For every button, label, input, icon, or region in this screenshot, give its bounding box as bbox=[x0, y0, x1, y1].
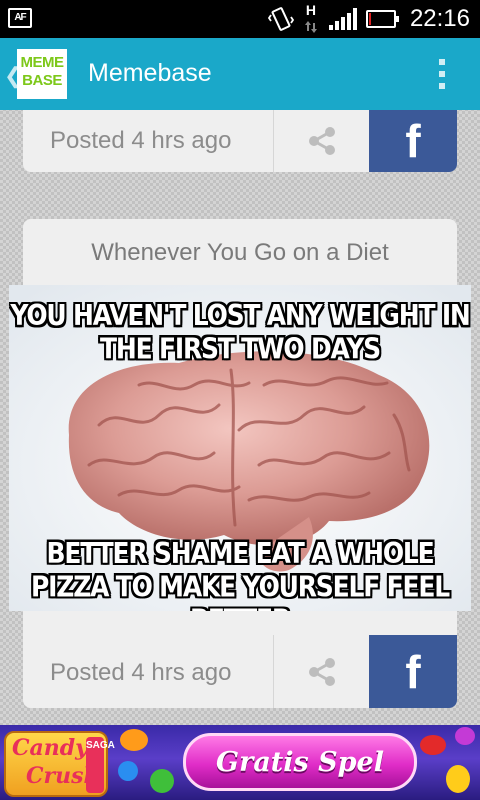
ad-banner[interactable]: Candy Crush SAGA Gratis Spel bbox=[0, 725, 480, 800]
network-type-label: H bbox=[305, 2, 316, 18]
facebook-share-button[interactable]: f bbox=[369, 110, 457, 172]
battery-icon bbox=[365, 10, 399, 28]
facebook-icon: f bbox=[405, 115, 421, 167]
post-card-footer: Posted 4 hrs ago f bbox=[23, 635, 457, 708]
posted-time: Posted 4 hrs ago bbox=[50, 659, 232, 686]
app-logo-line2: BASE bbox=[22, 72, 62, 89]
app-title: Memebase bbox=[88, 59, 212, 87]
vibrate-icon bbox=[267, 7, 294, 31]
overflow-menu-icon[interactable] bbox=[438, 59, 446, 91]
status-bar: AF H 22:16 bbox=[0, 0, 480, 38]
candy-crush-logo: Candy Crush SAGA bbox=[4, 731, 115, 797]
post-card-header: Whenever You Go on a Diet bbox=[23, 219, 457, 285]
posted-time: Posted 4 hrs ago bbox=[50, 127, 232, 154]
meme-bottom-caption: BETTER SHAME EAT A WHOLE PIZZA TO MAKE Y… bbox=[31, 536, 450, 611]
share-button[interactable] bbox=[273, 110, 369, 172]
facebook-share-button[interactable]: f bbox=[369, 635, 457, 708]
post-card-body-bottom bbox=[23, 611, 457, 635]
ad-cta-button[interactable]: Gratis Spel bbox=[183, 733, 417, 791]
share-icon bbox=[308, 127, 335, 155]
action-bar: ❮ MEME BASE Memebase bbox=[0, 38, 480, 110]
ad-logo-tag: SAGA bbox=[86, 737, 115, 793]
data-transfer-arrows-icon bbox=[304, 21, 317, 33]
share-icon bbox=[308, 657, 335, 686]
candy-decoration bbox=[420, 735, 446, 755]
app-logo[interactable]: MEME BASE bbox=[17, 49, 67, 99]
facebook-icon: f bbox=[405, 645, 421, 698]
signal-strength-icon bbox=[328, 8, 357, 30]
network-type-indicator: H bbox=[302, 2, 320, 36]
candy-decoration bbox=[118, 761, 138, 781]
candy-decoration bbox=[120, 729, 148, 751]
candy-decoration bbox=[446, 765, 470, 793]
battery-level-fill bbox=[368, 13, 371, 25]
post-card-footer: Posted 4 hrs ago f bbox=[23, 110, 457, 172]
ad-logo-line1: Candy bbox=[12, 735, 88, 761]
share-button[interactable] bbox=[273, 635, 369, 708]
meme-top-caption: YOU HAVEN'T LOST ANY WEIGHT IN THE FIRST… bbox=[10, 298, 471, 366]
status-icons: H 22:16 bbox=[267, 0, 470, 38]
post-title: Whenever You Go on a Diet bbox=[91, 239, 389, 266]
candy-decoration bbox=[150, 769, 174, 793]
candy-decoration bbox=[455, 727, 475, 745]
meme-image[interactable]: YOU HAVEN'T LOST ANY WEIGHT IN THE FIRST… bbox=[9, 285, 471, 611]
app-logo-line1: MEME bbox=[20, 54, 65, 71]
status-time: 22:16 bbox=[409, 5, 470, 32]
notification-app-icon: AF bbox=[8, 8, 32, 28]
